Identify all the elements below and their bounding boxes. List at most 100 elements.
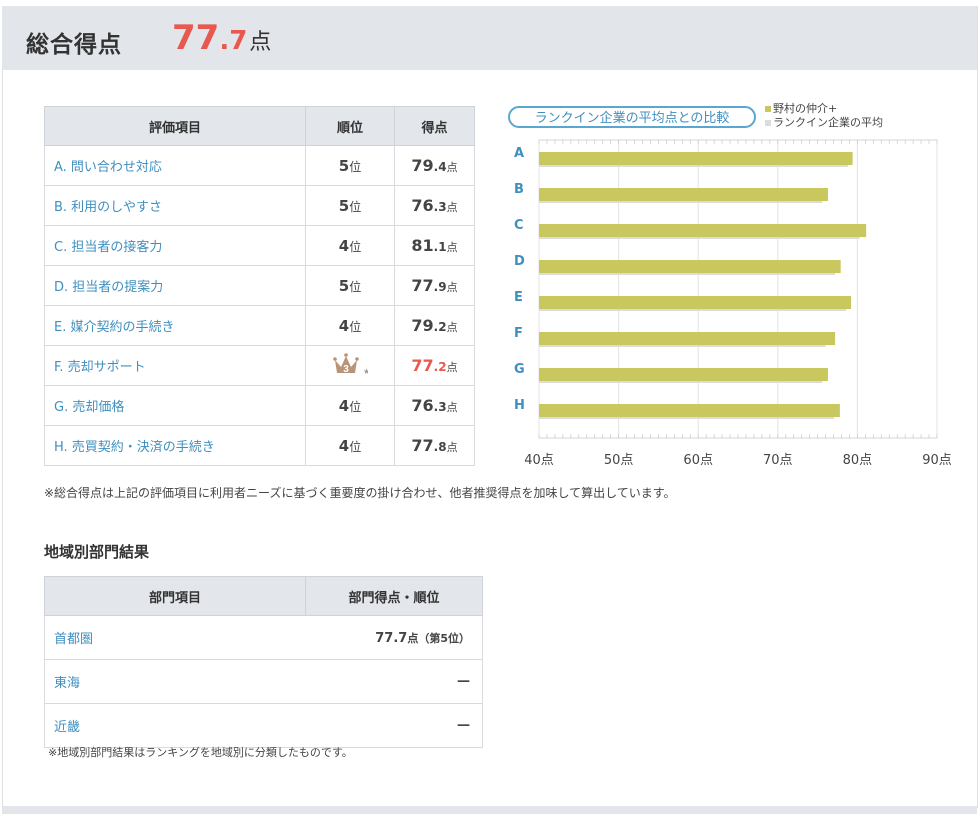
score-dec: .2	[433, 320, 447, 334]
region-section-title: 地域別部門結果	[44, 543, 150, 561]
table-row: E. 媒介契約の手続き 4位 79.2点	[44, 305, 475, 346]
eval-rank: 5位	[305, 185, 395, 226]
total-score: 77.7点	[172, 18, 271, 58]
table-row: D. 担当者の提案力 5位 77.9点	[44, 265, 475, 306]
eval-score: 79.4点	[394, 145, 475, 186]
table-row: C. 担当者の接客力 4位 81.1点	[44, 225, 475, 266]
eval-score: 76.3点	[394, 185, 475, 226]
evaluation-table: 評価項目 順位 得点 A. 問い合わせ対応 5位 79.4点 B. 利用のしやすさ 5位…	[44, 106, 475, 466]
region-table: 部門項目 部門得点・順位 首都圏 77.7点（第5位） 東海 — 近畿 —	[44, 576, 483, 748]
rank-number: 5	[338, 156, 350, 175]
table-row: G. 売却価格 4位 76.3点	[44, 385, 475, 426]
eval-item-link[interactable]: F. 売却サポート	[44, 345, 306, 386]
region-score: —	[305, 703, 483, 748]
score-dec: .4	[433, 160, 447, 174]
col-header-item: 評価項目	[44, 106, 306, 146]
col-header-score: 得点	[394, 106, 475, 146]
rank-unit: 位	[349, 159, 362, 174]
rank-number: 5	[338, 276, 350, 295]
eval-item-link[interactable]: A. 問い合わせ対応	[44, 145, 306, 186]
category-label: D	[514, 254, 525, 269]
score-note: ※総合得点は上記の評価項目に利用者ニーズに基づく重要度の掛け合わせ、他者推奨得点…	[44, 486, 676, 500]
score-int: 76	[411, 196, 434, 215]
comparison-chart: ランクイン企業の平均点との比較 野村の仲介+ ランクイン企業の平均 40点 50点…	[500, 100, 970, 480]
region-score-value: 77.7	[375, 630, 408, 646]
x-tick-label: 80点	[843, 453, 873, 468]
chart-svg: 40点 50点 60点 70点 80点 90点 A B C D E F G H	[514, 139, 952, 468]
score-unit: 点	[446, 201, 458, 214]
region-score-unit: 点	[407, 631, 419, 645]
bar-main	[539, 188, 828, 201]
eval-item-link[interactable]: G. 売却価格	[44, 385, 306, 426]
score-unit: 点	[446, 361, 458, 374]
score-dec: .8	[433, 440, 447, 454]
eval-item-link[interactable]: B. 利用のしやすさ	[44, 185, 306, 226]
table-row: A. 問い合わせ対応 5位 79.4点	[44, 145, 475, 186]
table-row: 首都圏 77.7点（第5位）	[44, 615, 483, 660]
rank-number: 4	[338, 316, 350, 335]
rank-number: 5	[338, 196, 350, 215]
col-header-rank: 順位	[305, 106, 395, 146]
category-label: B	[514, 182, 524, 197]
category-label: H	[514, 398, 525, 413]
rank-number: 4	[338, 236, 350, 255]
score-unit: 点	[446, 281, 458, 294]
eval-rank: 4位	[305, 305, 395, 346]
rank-unit: 位	[349, 239, 362, 254]
score-unit: 点	[446, 161, 458, 174]
eval-item-link[interactable]: C. 担当者の接客力	[44, 225, 306, 266]
score-int: 76	[411, 396, 434, 415]
table-row: 近畿 —	[44, 703, 483, 748]
score-dec: .9	[433, 280, 447, 294]
bar-main	[539, 152, 853, 165]
score-int: 79	[411, 316, 434, 335]
score-unit: 点	[446, 241, 458, 254]
total-score-dec: .7	[219, 26, 248, 56]
score-dec: .2	[433, 360, 447, 374]
rank-unit: 位	[349, 279, 362, 294]
eval-rank: 4位	[305, 225, 395, 266]
eval-score: 77.9点	[394, 265, 475, 306]
eval-item-link[interactable]: E. 媒介契約の手続き	[44, 305, 306, 346]
score-dec: .3	[433, 400, 447, 414]
total-score-unit: 点	[249, 30, 272, 55]
table-row: F. 売却サポート 3 ★ 77.2点	[44, 345, 475, 386]
footer-bar	[2, 806, 977, 814]
region-name-link[interactable]: 首都圏	[44, 615, 306, 660]
eval-rank: 4位	[305, 385, 395, 426]
page-title: 総合得点	[26, 32, 122, 58]
eval-rank: 5位	[305, 145, 395, 186]
score-unit: 点	[446, 441, 458, 454]
region-name-link[interactable]: 東海	[44, 659, 306, 704]
category-label: A	[514, 146, 524, 161]
rank-unit: 位	[349, 199, 362, 214]
eval-rank: 4位	[305, 425, 395, 466]
bar-main	[539, 296, 852, 309]
rank-unit: 位	[349, 319, 362, 334]
region-note: ※地域別部門結果はランキングを地域別に分類したものです。	[48, 746, 353, 759]
score-dec: .1	[433, 240, 447, 254]
x-tick-label: 90点	[922, 453, 952, 468]
eval-item-link[interactable]: H. 売買契約・決済の手続き	[44, 425, 306, 466]
category-label: C	[514, 218, 524, 233]
region-score: 77.7点（第5位）	[305, 615, 483, 660]
score-unit: 点	[446, 401, 458, 414]
region-name-link[interactable]: 近畿	[44, 703, 306, 748]
star-icon: ★	[363, 367, 368, 376]
table-row: H. 売買契約・決済の手続き 4位 77.8点	[44, 425, 475, 466]
bar-main	[539, 260, 841, 273]
score-dec: .3	[433, 200, 447, 214]
table-row: 東海 —	[44, 659, 483, 704]
crown-rank-number: 3	[343, 364, 349, 375]
crown-rank-icon: 3 ★	[332, 351, 370, 376]
eval-item-link[interactable]: D. 担当者の提案力	[44, 265, 306, 306]
eval-score: 76.3点	[394, 385, 475, 426]
bar-main	[539, 404, 840, 417]
x-tick-label: 60点	[683, 453, 713, 468]
score-int: 77	[411, 276, 434, 295]
region-rank: （第5位）	[418, 631, 470, 645]
rank-number: 4	[338, 436, 350, 455]
category-label: G	[514, 362, 525, 377]
region-col-header-score: 部門得点・順位	[305, 576, 483, 616]
score-int: 81	[411, 236, 434, 255]
